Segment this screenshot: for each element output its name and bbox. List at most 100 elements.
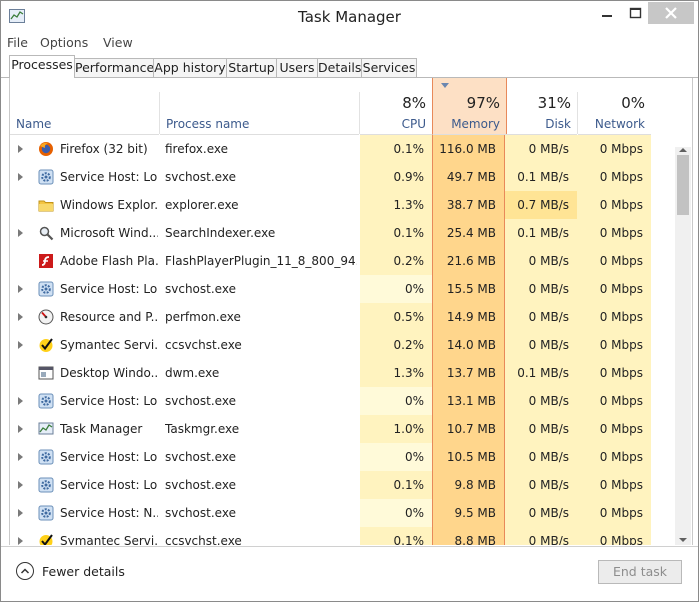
column-label-network: Network bbox=[594, 117, 645, 131]
column-header-name[interactable]: Name bbox=[10, 78, 159, 135]
expand-arrow-icon[interactable] bbox=[18, 145, 23, 153]
cpu-cell: 1.0% bbox=[360, 415, 432, 443]
table-row[interactable]: Task Manager Taskmgr.exe 1.0% 10.7 MB 0 MB/s… bbox=[10, 415, 692, 443]
column-header-process-name[interactable]: Process name bbox=[160, 78, 359, 135]
expand-arrow-icon[interactable] bbox=[18, 481, 23, 489]
expand-arrow-icon[interactable] bbox=[18, 425, 23, 433]
column-label-name: Name bbox=[16, 117, 52, 131]
expand-arrow-icon[interactable] bbox=[18, 229, 23, 237]
close-button[interactable] bbox=[648, 2, 694, 24]
cpu-cell: 0.1% bbox=[360, 135, 432, 163]
tab-app-history[interactable]: App history bbox=[153, 58, 227, 77]
flash-icon bbox=[39, 254, 53, 268]
process-name-cell: Service Host: Lo... bbox=[60, 170, 158, 184]
expand-arrow-icon[interactable] bbox=[18, 537, 23, 545]
table-row[interactable]: Service Host: Lo... svchost.exe 0.9% 49.7 M… bbox=[10, 163, 692, 191]
disk-cell: 0 MB/s bbox=[505, 247, 577, 275]
title-bar: Task Manager bbox=[1, 1, 698, 33]
tab-performance[interactable]: Performance bbox=[74, 58, 154, 77]
expand-arrow-icon[interactable] bbox=[18, 453, 23, 461]
gear-icon bbox=[38, 449, 54, 465]
window-icon bbox=[38, 366, 54, 380]
task-manager-window: Task Manager File Options View Processes… bbox=[0, 0, 699, 602]
gear-icon bbox=[38, 505, 54, 521]
process-name-cell: Service Host: Lo... bbox=[60, 478, 158, 492]
column-label-memory: Memory bbox=[451, 117, 500, 131]
menu-file[interactable]: File bbox=[7, 35, 28, 50]
disk-cell: 0.7 MB/s bbox=[505, 191, 577, 219]
vertical-scrollbar[interactable] bbox=[675, 147, 691, 545]
tab-startup[interactable]: Startup bbox=[226, 58, 277, 77]
table-row[interactable]: Desktop Windo... dwm.exe 1.3% 13.7 MB 0.1 MB… bbox=[10, 359, 692, 387]
memory-cell: 13.1 MB bbox=[432, 387, 505, 415]
tab-strip: Processes Performance App history Startu… bbox=[1, 55, 698, 78]
table-row[interactable]: Symantec Servi... ccsvchst.exe 0.2% 14.0 MB… bbox=[10, 331, 692, 359]
cpu-cell: 0.5% bbox=[360, 303, 432, 331]
process-exe-cell: svchost.exe bbox=[165, 282, 236, 296]
column-header-network[interactable]: 0% Network bbox=[578, 78, 651, 135]
table-row[interactable]: Service Host: Lo... svchost.exe 0.1% 9.8 MB… bbox=[10, 471, 692, 499]
process-name-cell: Service Host: Lo... bbox=[60, 394, 158, 408]
menu-view[interactable]: View bbox=[103, 35, 133, 50]
memory-cell: 38.7 MB bbox=[432, 191, 505, 219]
task-manager-icon bbox=[38, 422, 54, 435]
minimize-icon bbox=[602, 15, 612, 17]
disk-cell: 0 MB/s bbox=[505, 303, 577, 331]
memory-cell: 10.5 MB bbox=[432, 443, 505, 471]
tab-details[interactable]: Details bbox=[317, 58, 362, 77]
column-header-cpu[interactable]: 8% CPU bbox=[360, 78, 432, 135]
disk-cell: 0 MB/s bbox=[505, 331, 577, 359]
table-row[interactable]: Microsoft Wind... SearchIndexer.exe 0.1% 25… bbox=[10, 219, 692, 247]
maximize-icon bbox=[629, 7, 642, 19]
expand-arrow-icon[interactable] bbox=[18, 397, 23, 405]
process-exe-cell: svchost.exe bbox=[165, 170, 236, 184]
firefox-icon bbox=[39, 142, 53, 156]
cpu-cell: 0.1% bbox=[360, 471, 432, 499]
table-row[interactable]: Service Host: Lo... svchost.exe 0% 13.1 MB 0… bbox=[10, 387, 692, 415]
gauge-icon bbox=[38, 309, 54, 325]
table-row[interactable]: Service Host: N... svchost.exe 0% 9.5 MB 0 M… bbox=[10, 499, 692, 527]
process-exe-cell: ccsvchst.exe bbox=[165, 338, 242, 352]
expand-arrow-icon[interactable] bbox=[18, 173, 23, 181]
end-task-button[interactable]: End task bbox=[598, 560, 682, 584]
table-row[interactable]: Resource and P... perfmon.exe 0.5% 14.9 MB 0… bbox=[10, 303, 692, 331]
disk-cell: 0 MB/s bbox=[505, 415, 577, 443]
cpu-cell: 1.3% bbox=[360, 359, 432, 387]
column-label-disk: Disk bbox=[545, 117, 571, 131]
expand-arrow-icon[interactable] bbox=[18, 509, 23, 517]
column-header-disk[interactable]: 31% Disk bbox=[505, 78, 577, 135]
fewer-details-label: Fewer details bbox=[42, 564, 125, 579]
cpu-cell: 1.3% bbox=[360, 191, 432, 219]
minimize-button[interactable] bbox=[590, 2, 624, 24]
disk-cell: 0.1 MB/s bbox=[505, 163, 577, 191]
maximize-button[interactable] bbox=[624, 2, 648, 24]
tab-users[interactable]: Users bbox=[276, 58, 318, 77]
table-row[interactable]: Service Host: Lo... svchost.exe 0% 15.5 MB 0… bbox=[10, 275, 692, 303]
table-row[interactable]: Windows Explor... explorer.exe 1.3% 38.7 MB… bbox=[10, 191, 692, 219]
process-name-cell: Windows Explor... bbox=[60, 198, 158, 212]
cpu-total-percent: 8% bbox=[402, 94, 426, 112]
process-name-cell: Service Host: Lo... bbox=[60, 282, 158, 296]
column-header-memory[interactable]: 97% Memory bbox=[432, 78, 507, 135]
menu-bar: File Options View bbox=[1, 33, 698, 53]
process-exe-cell: SearchIndexer.exe bbox=[165, 226, 276, 240]
process-exe-cell: Taskmgr.exe bbox=[165, 422, 240, 436]
table-row[interactable]: Firefox (32 bit) firefox.exe 0.1% 116.0 MB 0… bbox=[10, 135, 692, 163]
disk-cell: 0 MB/s bbox=[505, 387, 577, 415]
table-row[interactable]: Adobe Flash Pla... FlashPlayerPlugin_11_8… bbox=[10, 247, 692, 275]
cpu-cell: 0% bbox=[360, 275, 432, 303]
expand-arrow-icon[interactable] bbox=[18, 341, 23, 349]
cpu-cell: 0.9% bbox=[360, 163, 432, 191]
tab-services[interactable]: Services bbox=[361, 58, 417, 77]
tab-processes[interactable]: Processes bbox=[9, 55, 75, 78]
menu-options[interactable]: Options bbox=[40, 35, 88, 50]
expand-arrow-icon[interactable] bbox=[18, 313, 23, 321]
memory-cell: 21.6 MB bbox=[432, 247, 505, 275]
gear-icon bbox=[38, 477, 54, 493]
expand-arrow-icon[interactable] bbox=[18, 285, 23, 293]
network-cell: 0 Mbps bbox=[577, 499, 651, 527]
cpu-cell: 0.2% bbox=[360, 247, 432, 275]
table-row[interactable]: Service Host: Lo... svchost.exe 0% 10.5 MB 0… bbox=[10, 443, 692, 471]
scrollbar-thumb[interactable] bbox=[677, 155, 689, 215]
table-row[interactable]: Symantec Servi... ccsvchst.exe 0.1% 8.8 MB 0… bbox=[10, 527, 692, 545]
